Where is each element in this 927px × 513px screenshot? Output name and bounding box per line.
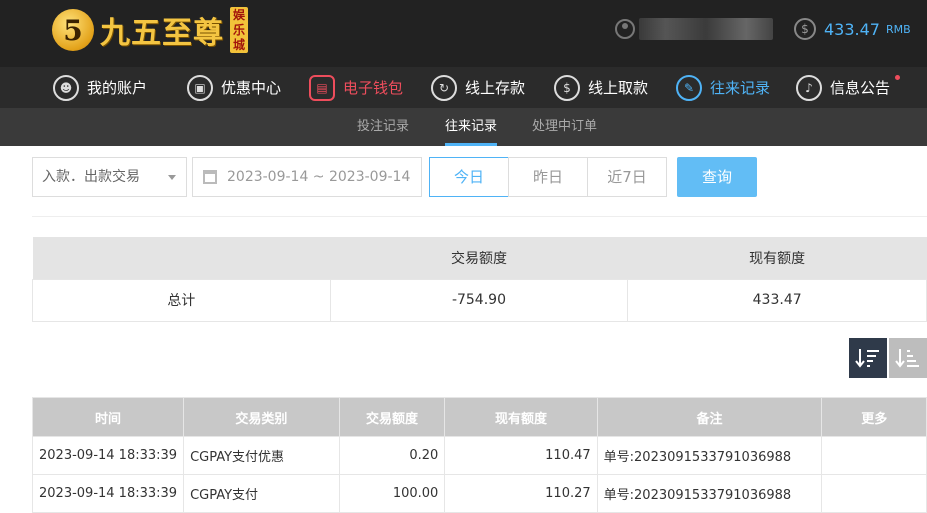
sort-descending-button[interactable] (849, 338, 887, 378)
cell-amount: 100.00 (338, 474, 446, 513)
cell-more[interactable] (821, 474, 927, 513)
nav-label: 电子钱包 (343, 79, 404, 97)
today-button[interactable]: 今日 (429, 157, 509, 197)
gift-icon: ▣ (187, 74, 213, 101)
table-row[interactable]: 2023-09-14 18:33:39 CGPAY支付 100.00 110.2… (31, 474, 927, 513)
nav-label: 我的账户 (87, 79, 148, 97)
cell-type: CGPAY支付优惠 (183, 436, 340, 475)
summary-amount: -754.90 (329, 278, 629, 322)
main-nav: ☻ 我的账户 ▣ 优惠中心 ▤ 电子钱包 ↻ 线上存款 $ 线上取款 ✎ 往来记… (0, 67, 927, 108)
bell-icon: ♪ (796, 74, 822, 101)
column-header: 交易额度 (338, 397, 446, 437)
nav-item-online-withdraw[interactable]: $ 线上取款 (554, 67, 648, 108)
top-header: 5 九五至尊 娱乐城 $ 433.47 RMB (0, 0, 927, 67)
column-header: 更多 (821, 397, 927, 437)
cell-type: CGPAY支付 (183, 474, 340, 513)
divider (32, 216, 927, 217)
notification-dot (895, 75, 901, 80)
wallet-icon: ▤ (309, 74, 335, 101)
cell-more[interactable] (821, 436, 927, 475)
withdraw-icon: $ (554, 74, 580, 101)
summary-label: 总计 (32, 278, 331, 322)
tab-transaction-records[interactable]: 往来记录 (445, 108, 498, 146)
nav-item-promotions[interactable]: ▣ 优惠中心 (187, 67, 281, 108)
chevron-down-icon (168, 175, 176, 180)
summary-header: 交易额度 (330, 237, 628, 279)
nav-label: 信息公告 (830, 79, 891, 97)
user-icon: ☻ (53, 74, 79, 101)
site-logo[interactable]: 5 九五至尊 娱乐城 (52, 5, 248, 55)
sort-asc-icon (895, 349, 919, 368)
cell-balance: 110.27 (444, 474, 598, 513)
calendar-icon (203, 170, 217, 184)
deposit-icon: ↻ (431, 74, 457, 101)
user-icon (615, 19, 635, 39)
table-row[interactable]: 2023-09-14 18:33:39 CGPAY支付优惠 0.20 110.4… (31, 436, 927, 475)
nav-item-online-deposit[interactable]: ↻ 线上存款 (431, 67, 525, 108)
cell-balance: 110.47 (444, 436, 598, 475)
date-range-value: 2023-09-14 ~ 2023-09-14 (227, 169, 411, 185)
summary-balance: 433.47 (627, 278, 927, 322)
nav-label: 线上存款 (465, 79, 526, 97)
column-header: 备注 (596, 397, 823, 437)
logo-text: 九五至尊 (100, 16, 224, 51)
records-icon: ✎ (676, 74, 702, 101)
date-range-input[interactable]: 2023-09-14 ~ 2023-09-14 (192, 157, 422, 197)
nav-item-announcements[interactable]: ♪ 信息公告 (796, 67, 901, 108)
query-button[interactable]: 查询 (677, 157, 757, 197)
logo-badge: 娱乐城 (230, 7, 248, 53)
dollar-icon: $ (794, 18, 816, 40)
column-header: 现有额度 (444, 397, 598, 437)
nav-label: 优惠中心 (221, 79, 282, 97)
cell-note: 单号:2023091533791036988 (596, 474, 823, 513)
table-header-row: 时间 交易类别 交易额度 现有额度 备注 更多 (31, 397, 927, 437)
summary-row: 总计 -754.90 433.47 (32, 278, 927, 322)
summary-header (32, 237, 331, 279)
sub-nav: 投注记录 往来记录 处理中订单 (0, 108, 927, 146)
user-account[interactable] (615, 18, 773, 40)
summary-header-row: 交易额度 现有额度 (32, 237, 927, 279)
nav-item-records[interactable]: ✎ 往来记录 (676, 67, 770, 108)
transactions-table: 时间 交易类别 交易额度 现有额度 备注 更多 2023-09-14 18:33… (31, 397, 927, 513)
logo-mark: 5 (52, 9, 94, 51)
balance-unit: RMB (885, 22, 911, 36)
cell-time: 2023-09-14 18:33:39 (31, 436, 185, 475)
yesterday-button[interactable]: 昨日 (508, 157, 588, 197)
sort-ascending-button[interactable] (889, 338, 927, 378)
summary-header: 现有额度 (627, 237, 927, 279)
cell-amount: 0.20 (338, 436, 446, 475)
last-7-days-button[interactable]: 近7日 (587, 157, 667, 197)
tab-bet-records[interactable]: 投注记录 (357, 108, 409, 146)
masked-username (639, 18, 773, 40)
sort-desc-icon (855, 349, 879, 368)
nav-label: 线上取款 (588, 79, 649, 97)
column-header: 时间 (31, 397, 185, 437)
select-value: 入款．出款交易 (42, 169, 140, 185)
summary-table: 交易额度 现有额度 总计 -754.90 433.47 (32, 237, 927, 322)
tab-pending-orders[interactable]: 处理中订单 (532, 108, 597, 146)
cell-note: 单号:2023091533791036988 (596, 436, 823, 475)
nav-item-my-account[interactable]: ☻ 我的账户 (53, 67, 147, 108)
nav-label: 往来记录 (710, 79, 771, 97)
cell-time: 2023-09-14 18:33:39 (31, 474, 185, 513)
balance-display: $ 433.47 RMB (794, 18, 911, 40)
balance-value: 433.47 (824, 19, 880, 39)
nav-item-e-wallet[interactable]: ▤ 电子钱包 (309, 67, 403, 108)
column-header: 交易类别 (183, 397, 340, 437)
transaction-type-select[interactable]: 入款．出款交易 (32, 157, 187, 197)
